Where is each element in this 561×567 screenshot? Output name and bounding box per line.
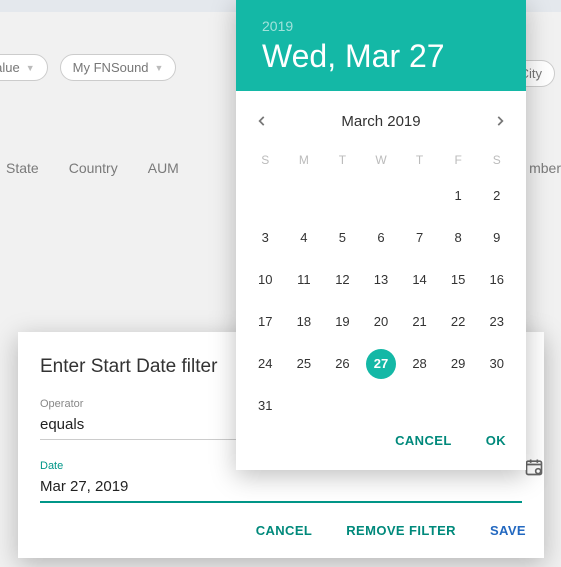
calendar-day[interactable]: 24	[246, 343, 285, 385]
calendar-day[interactable]: 9	[477, 217, 516, 259]
calendar-day[interactable]: 16	[477, 259, 516, 301]
chip-label: My FNSound	[73, 60, 149, 75]
calendar-day[interactable]: 28	[400, 343, 439, 385]
chip-gevalue[interactable]: geValue ▼	[0, 54, 48, 81]
datepicker: 2019 Wed, Mar 27 March 2019 SMTWTFS12345…	[236, 0, 526, 470]
chip-fnsound[interactable]: My FNSound ▼	[60, 54, 177, 81]
calendar-day[interactable]: 22	[439, 301, 478, 343]
calendar-day[interactable]: 27	[362, 343, 401, 385]
calendar-day[interactable]: 14	[400, 259, 439, 301]
cancel-button[interactable]: CANCEL	[248, 513, 321, 548]
calendar-day[interactable]: 8	[439, 217, 478, 259]
column-header[interactable]: Country	[69, 160, 118, 176]
dow-label: T	[400, 147, 439, 175]
column-header[interactable]: AUM	[148, 160, 179, 176]
calendar-day[interactable]: 18	[285, 301, 324, 343]
datepicker-year[interactable]: 2019	[262, 18, 500, 38]
chip-label: geValue	[0, 60, 20, 75]
datepicker-cancel-button[interactable]: CANCEL	[387, 423, 460, 458]
datepicker-ok-button[interactable]: OK	[478, 423, 514, 458]
calendar-day[interactable]: 12	[323, 259, 362, 301]
calendar-day[interactable]: 30	[477, 343, 516, 385]
calendar-grid: SMTWTFS123456789101112131415161718192021…	[236, 145, 526, 431]
calendar-day[interactable]: 31	[246, 385, 285, 427]
calendar-day[interactable]: 4	[285, 217, 324, 259]
calendar-icon[interactable]	[524, 457, 544, 477]
month-nav-row: March 2019	[236, 91, 526, 145]
dow-label: S	[477, 147, 516, 175]
next-month-button[interactable]	[482, 103, 518, 139]
calendar-day[interactable]: 1	[439, 175, 478, 217]
calendar-day[interactable]: 25	[285, 343, 324, 385]
calendar-day[interactable]: 26	[323, 343, 362, 385]
calendar-day[interactable]: 23	[477, 301, 516, 343]
calendar-day[interactable]: 15	[439, 259, 478, 301]
column-header[interactable]: mber	[529, 160, 561, 176]
calendar-day[interactable]: 13	[362, 259, 401, 301]
month-label: March 2019	[341, 113, 420, 130]
dow-label: T	[323, 147, 362, 175]
dow-label: W	[362, 147, 401, 175]
datepicker-selected-date: Wed, Mar 27	[262, 38, 500, 75]
date-input[interactable]	[40, 476, 522, 503]
calendar-day[interactable]: 3	[246, 217, 285, 259]
remove-filter-button[interactable]: REMOVE FILTER	[338, 513, 464, 548]
calendar-day[interactable]: 5	[323, 217, 362, 259]
dow-label: S	[246, 147, 285, 175]
calendar-day[interactable]: 11	[285, 259, 324, 301]
calendar-day[interactable]: 6	[362, 217, 401, 259]
calendar-day[interactable]: 10	[246, 259, 285, 301]
save-button[interactable]: SAVE	[482, 513, 534, 548]
dow-label: M	[285, 147, 324, 175]
calendar-day[interactable]: 20	[362, 301, 401, 343]
datepicker-actions: CANCEL OK	[387, 423, 514, 458]
calendar-day[interactable]: 7	[400, 217, 439, 259]
calendar-day[interactable]: 29	[439, 343, 478, 385]
dialog-actions: CANCEL REMOVE FILTER SAVE	[248, 513, 534, 548]
calendar-day[interactable]: 21	[400, 301, 439, 343]
column-header[interactable]: State	[6, 160, 39, 176]
prev-month-button[interactable]	[244, 103, 280, 139]
calendar-day[interactable]: 17	[246, 301, 285, 343]
datepicker-header: 2019 Wed, Mar 27	[236, 0, 526, 91]
chevron-down-icon: ▼	[155, 63, 164, 73]
chevron-down-icon: ▼	[26, 63, 35, 73]
dow-label: F	[439, 147, 478, 175]
calendar-day[interactable]: 19	[323, 301, 362, 343]
calendar-day[interactable]: 2	[477, 175, 516, 217]
